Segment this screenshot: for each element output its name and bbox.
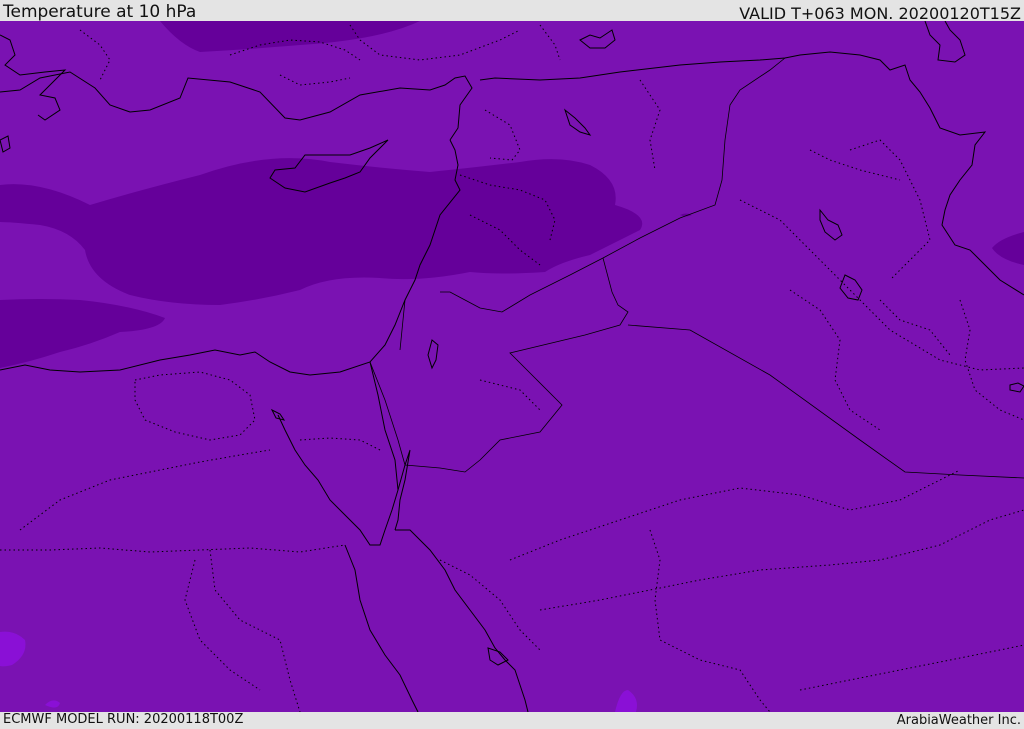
valid-time-label: VALID T+063 MON. 20200120T15Z <box>739 4 1021 23</box>
model-run-label: ECMWF MODEL RUN: 20200118T00Z <box>3 712 244 727</box>
map-title: Temperature at 10 hPa <box>3 2 197 22</box>
temperature-map[interactable] <box>0 21 1024 712</box>
credit-label: ArabiaWeather Inc. <box>896 713 1021 728</box>
footer-bar: ECMWF MODEL RUN: 20200118T00Z ArabiaWeat… <box>0 712 1024 729</box>
base-temperature-field <box>0 21 1024 712</box>
header-bar: Temperature at 10 hPa VALID T+063 MON. 2… <box>0 0 1024 23</box>
